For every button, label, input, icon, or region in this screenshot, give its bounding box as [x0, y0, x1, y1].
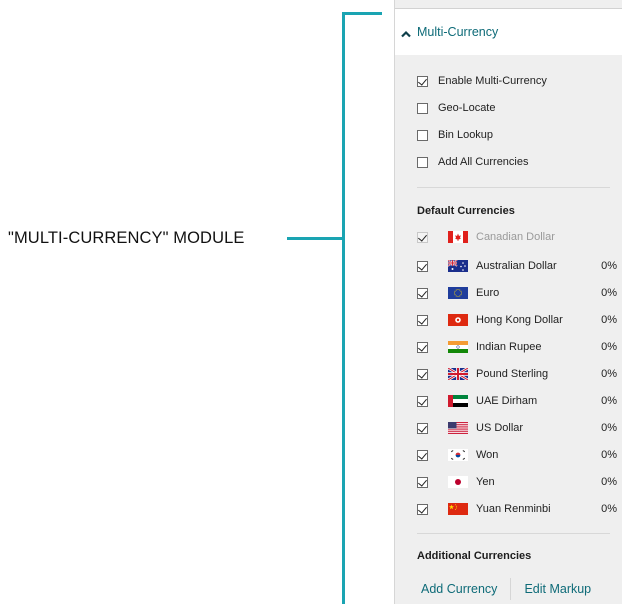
currency-name: Pound Sterling: [476, 368, 549, 380]
japan-flag-icon: [448, 476, 468, 488]
currency-markup: 0%: [601, 476, 617, 488]
default-currencies-heading: Default Currencies: [417, 205, 515, 217]
option-label: Bin Lookup: [438, 129, 494, 141]
currency-markup: 0%: [601, 503, 617, 515]
callout-bracket-top: [342, 12, 382, 15]
checkbox[interactable]: [417, 314, 428, 326]
uk-flag-icon: [448, 368, 468, 380]
currency-row-uae-dirham[interactable]: UAE Dirham 0%: [417, 393, 617, 409]
footer-separator: [510, 578, 512, 600]
currency-markup: 0%: [601, 314, 617, 326]
footer-actions: Add Currency Edit Markup: [421, 578, 591, 600]
india-flag-icon: [448, 341, 468, 353]
currency-row-yen[interactable]: Yen 0%: [417, 474, 617, 490]
checkbox[interactable]: [417, 449, 428, 461]
currency-row-won[interactable]: Won 0%: [417, 447, 617, 463]
currency-name: Hong Kong Dollar: [476, 314, 563, 326]
currency-markup: 0%: [601, 341, 617, 353]
option-label: Enable Multi-Currency: [438, 75, 547, 87]
option-bin-lookup[interactable]: Bin Lookup: [417, 129, 493, 141]
option-geo-locate[interactable]: Geo-Locate: [417, 102, 495, 114]
checkbox[interactable]: [417, 156, 428, 168]
australia-flag-icon: [448, 260, 468, 272]
currency-row-us-dollar[interactable]: US Dollar 0%: [417, 420, 617, 436]
currency-row-hong-kong-dollar[interactable]: Hong Kong Dollar 0%: [417, 312, 617, 328]
canada-flag-icon: [448, 231, 468, 243]
currency-markup: 0%: [601, 449, 617, 461]
hong-kong-flag-icon: [448, 314, 468, 326]
section-divider: [417, 187, 610, 188]
currency-markup: 0%: [601, 287, 617, 299]
additional-currencies-heading: Additional Currencies: [417, 550, 532, 562]
multi-currency-panel: Multi-Currency Enable Multi-Currency Geo…: [394, 0, 622, 604]
currency-markup: 0%: [601, 395, 617, 407]
add-currency-button[interactable]: Add Currency: [421, 582, 497, 596]
eu-flag-icon: [448, 287, 468, 299]
checkbox[interactable]: [417, 287, 428, 299]
currency-markup: 0%: [601, 422, 617, 434]
checkbox[interactable]: [417, 503, 428, 515]
checkbox[interactable]: [417, 129, 428, 141]
currency-name: Canadian Dollar: [476, 231, 555, 243]
checkbox[interactable]: [417, 368, 428, 380]
china-flag-icon: [448, 503, 468, 515]
currency-name: UAE Dirham: [476, 395, 538, 407]
module-callout-label: "MULTI-CURRENCY" MODULE: [8, 229, 245, 247]
checkbox[interactable]: [417, 422, 428, 434]
currency-markup: 0%: [601, 260, 617, 272]
checkbox[interactable]: [417, 260, 428, 272]
checkbox: [417, 231, 428, 243]
korea-flag-icon: [448, 449, 468, 461]
currency-row-pound-sterling[interactable]: Pound Sterling 0%: [417, 366, 617, 382]
currency-name: Won: [476, 449, 499, 461]
option-label: Add All Currencies: [438, 156, 529, 168]
currency-name: Euro: [476, 287, 500, 299]
checkbox[interactable]: [417, 341, 428, 353]
uae-flag-icon: [448, 395, 468, 407]
currency-name: Yuan Renminbi: [476, 503, 551, 515]
currency-row-australian-dollar[interactable]: Australian Dollar 0%: [417, 258, 617, 274]
currency-row-euro[interactable]: Euro 0%: [417, 285, 617, 301]
us-flag-icon: [448, 422, 468, 434]
callout-connector-line: [287, 237, 344, 240]
currency-row-yuan-renminbi[interactable]: Yuan Renminbi 0%: [417, 501, 617, 517]
currency-name: US Dollar: [476, 422, 524, 434]
currency-row-indian-rupee[interactable]: Indian Rupee 0%: [417, 339, 617, 355]
chevron-up-icon[interactable]: [400, 27, 412, 39]
currency-row-canadian-dollar: Canadian Dollar: [417, 229, 617, 245]
currency-markup: 0%: [601, 368, 617, 380]
checkbox[interactable]: [417, 476, 428, 488]
option-label: Geo-Locate: [438, 102, 496, 114]
panel-title: Multi-Currency: [417, 25, 499, 39]
callout-bracket-vertical: [342, 12, 345, 604]
edit-markup-button[interactable]: Edit Markup: [524, 582, 591, 596]
checkbox[interactable]: [417, 395, 428, 407]
currency-name: Yen: [476, 476, 495, 488]
currency-name: Indian Rupee: [476, 341, 542, 353]
currency-name: Australian Dollar: [476, 260, 557, 272]
option-enable-multi-currency[interactable]: Enable Multi-Currency: [417, 75, 547, 87]
checkbox[interactable]: [417, 75, 428, 87]
checkbox[interactable]: [417, 102, 428, 114]
section-divider: [417, 533, 610, 534]
option-add-all-currencies[interactable]: Add All Currencies: [417, 156, 529, 168]
multi-currency-header[interactable]: Multi-Currency: [395, 9, 622, 55]
